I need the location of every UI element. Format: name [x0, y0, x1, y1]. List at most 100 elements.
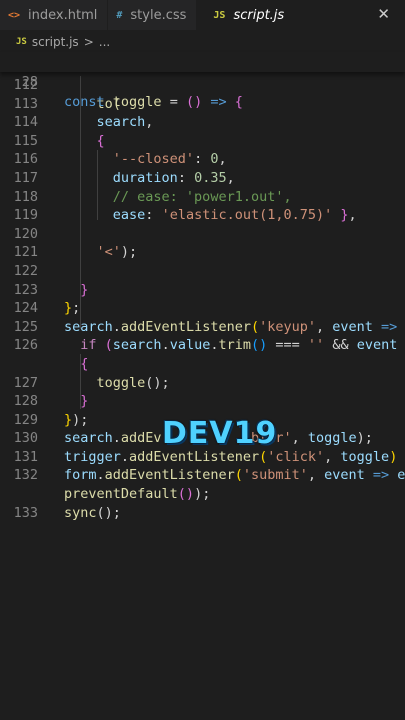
code-token: event	[324, 467, 365, 484]
line-number: 119	[13, 207, 38, 224]
code-line[interactable]: 114 search,	[0, 113, 405, 132]
code-token: if	[80, 337, 97, 354]
tab-label: style.css	[130, 7, 187, 23]
code-line[interactable]: 125 search.addEventListener('keyup', even…	[0, 318, 405, 337]
line-number: 121	[13, 244, 38, 261]
code-line[interactable]: 116 '--closed': 0,	[0, 150, 405, 169]
code-line[interactable]: 123 }	[0, 281, 405, 300]
code-text: }	[64, 281, 88, 300]
code-token: 0.35	[194, 169, 227, 186]
line-number: 125	[13, 318, 38, 335]
line-number: 128	[13, 393, 38, 410]
code-token: :	[194, 151, 211, 168]
code-text: ease: 'elastic.out(1,0.75)' },	[64, 206, 357, 225]
code-line[interactable]: {	[0, 355, 405, 374]
tab-script-js[interactable]: JS script.js ✕	[197, 0, 405, 30]
code-text: if (search.value.trim() === '' && event	[64, 336, 397, 355]
line-number: 129	[13, 411, 38, 428]
code-token: .	[161, 337, 170, 354]
sticky-scroll-header[interactable]: 28 const toggle = () => {	[0, 52, 405, 110]
breadcrumb: JS script.js > ...	[0, 32, 405, 52]
tab-style-css[interactable]: # style.css	[108, 0, 198, 30]
code-line[interactable]: 117 duration: 0.35,	[0, 169, 405, 188]
line-number: 123	[13, 281, 38, 298]
breadcrumb-more[interactable]: ...	[99, 35, 110, 49]
code-token: search	[64, 430, 113, 447]
code-token: 'keyup'	[259, 318, 317, 335]
code-token: .	[112, 430, 121, 447]
code-token: preventDefault	[64, 486, 178, 503]
code-token: search	[112, 337, 162, 354]
code-line[interactable]: 124};	[0, 299, 405, 318]
tab-bar: <> index.html # style.css JS script.js ✕	[0, 0, 405, 30]
code-token: );	[356, 430, 373, 447]
code-token: 'click'	[267, 448, 325, 465]
code-token: {	[96, 132, 105, 149]
code-token: ,	[316, 318, 333, 335]
code-text: }	[64, 392, 88, 411]
code-text: search,	[64, 113, 154, 132]
code-text: duration: 0.35,	[64, 169, 235, 188]
code-token: .	[210, 337, 219, 354]
chevron-right-icon: >	[83, 35, 94, 49]
code-line[interactable]: 120	[0, 225, 405, 244]
js-file-icon: JS	[213, 9, 226, 21]
code-text: '<');	[64, 243, 138, 262]
line-number: 115	[13, 132, 38, 149]
code-token: ()	[177, 486, 195, 503]
code-line[interactable]: 126 if (search.value.trim() === '' && ev…	[0, 336, 405, 355]
code-text: toggle();	[64, 374, 170, 393]
code-token: toggle	[96, 374, 146, 391]
code-token: toggle	[340, 448, 390, 465]
code-token: }	[80, 393, 89, 410]
code-token: (	[234, 467, 243, 484]
code-token: duration	[112, 169, 178, 186]
watermark-logo: DEV19	[162, 416, 278, 451]
code-token: (	[96, 337, 113, 354]
line-number: 118	[13, 188, 38, 205]
line-number: 122	[13, 262, 38, 279]
code-token: event	[356, 337, 398, 354]
code-token: // ease: 'power1.out',	[112, 188, 292, 205]
line-number: 126	[13, 337, 38, 354]
code-token: form	[64, 467, 97, 484]
code-text: '--closed': 0,	[64, 150, 227, 169]
code-token: }	[332, 207, 349, 224]
line-number: 117	[13, 169, 38, 186]
code-token: ,	[324, 448, 341, 465]
code-token: value	[169, 337, 211, 354]
code-line[interactable]: preventDefault());	[0, 485, 405, 504]
code-token: ,	[226, 169, 235, 186]
code-line[interactable]: 115 {	[0, 132, 405, 151]
code-token: .	[96, 467, 105, 484]
code-text: // ease: 'power1.out',	[64, 188, 292, 207]
code-text: preventDefault());	[64, 485, 210, 504]
code-line[interactable]: 119 ease: 'elastic.out(1,0.75)' },	[0, 206, 405, 225]
code-token: )	[389, 448, 398, 465]
code-editor[interactable]: 112 113 to(114 search, 115 {116 '--closed…	[0, 76, 405, 522]
breadcrumb-file[interactable]: script.js	[32, 35, 79, 49]
code-token: =>	[364, 467, 398, 484]
code-token: .	[120, 448, 130, 465]
code-line[interactable]: 128 }	[0, 392, 405, 411]
code-token: search	[64, 318, 113, 335]
code-line[interactable]: 122	[0, 262, 405, 281]
close-icon[interactable]: ✕	[377, 5, 390, 23]
code-token: ;	[72, 300, 81, 317]
code-line[interactable]: 132 form.addEventListener('submit', event…	[0, 466, 405, 485]
code-token: );	[194, 486, 211, 503]
code-token: );	[72, 411, 89, 428]
code-token: addEventListener	[104, 467, 235, 484]
code-line[interactable]: 121 '<');	[0, 243, 405, 262]
tab-index-html[interactable]: <> index.html	[0, 0, 109, 30]
code-token: ,	[218, 151, 227, 168]
line-number: 124	[13, 300, 38, 317]
code-token: .	[112, 318, 121, 335]
code-token: }	[64, 411, 73, 428]
code-line[interactable]: 133 sync();	[0, 504, 405, 523]
code-line[interactable]: 127 toggle();	[0, 374, 405, 393]
code-token: ,	[307, 467, 325, 484]
code-token: }	[80, 281, 89, 298]
code-token: ()	[251, 337, 268, 354]
code-line[interactable]: 118 // ease: 'power1.out',	[0, 188, 405, 207]
